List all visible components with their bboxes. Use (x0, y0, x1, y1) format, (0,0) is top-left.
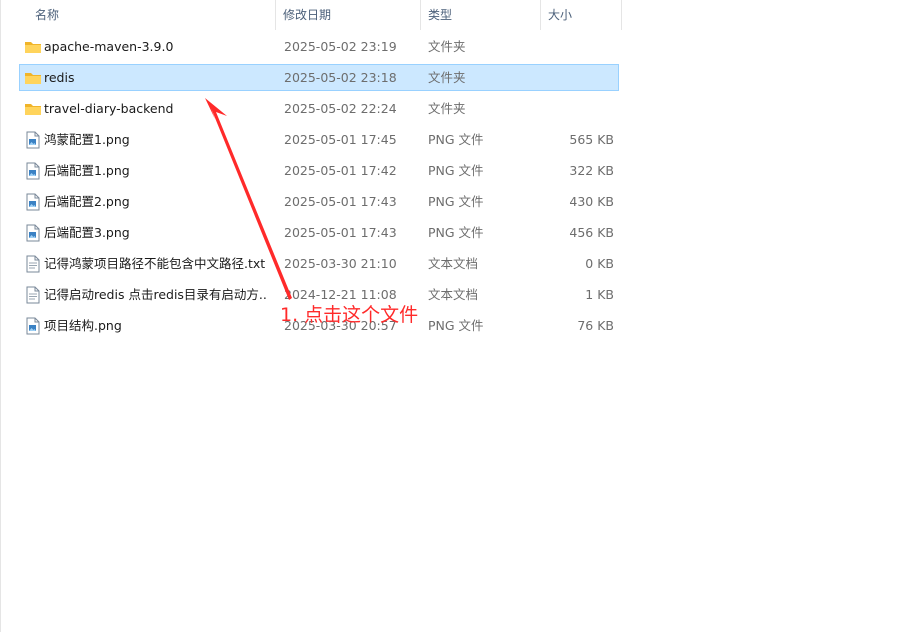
png-file-icon (24, 224, 42, 242)
file-type: 文本文档 (428, 256, 479, 271)
column-header-size[interactable]: 大小 (541, 0, 622, 30)
file-size: 456 KB (569, 225, 614, 240)
file-row[interactable]: 鸿蒙配置1.png 2025-05-01 17:45 PNG 文件 565 KB (19, 126, 619, 153)
file-type: 文本文档 (428, 287, 479, 302)
file-list: apache-maven-3.9.0 2025-05-02 23:19 文件夹 red… (19, 33, 619, 343)
file-modified-date: 2025-03-30 21:10 (284, 256, 397, 271)
folder-icon (24, 100, 42, 118)
sort-ascending-icon: ^ (175, 0, 183, 5)
file-row[interactable]: apache-maven-3.9.0 2025-05-02 23:19 文件夹 (19, 33, 619, 60)
file-type: PNG 文件 (428, 225, 484, 240)
folder-icon (24, 69, 42, 87)
column-header-type-label: 类型 (428, 8, 453, 22)
file-row[interactable]: 记得鸿蒙项目路径不能包含中文路径.txt 2025-03-30 21:10 文本文档… (19, 250, 619, 277)
file-name: 后端配置3.png (44, 225, 130, 240)
file-size: 1 KB (585, 287, 614, 302)
file-type: PNG 文件 (428, 194, 484, 209)
file-row[interactable]: redis 2025-05-02 23:18 文件夹 (19, 64, 619, 91)
file-name: 记得鸿蒙项目路径不能包含中文路径.txt (44, 256, 266, 271)
annotation-label: 1. 点击这个文件 (280, 304, 419, 326)
text-file-icon (24, 255, 42, 273)
column-header-type[interactable]: 类型 (421, 0, 541, 30)
file-size: 565 KB (569, 132, 614, 147)
file-type: PNG 文件 (428, 132, 484, 147)
file-type: PNG 文件 (428, 163, 484, 178)
file-modified-date: 2025-05-01 17:43 (284, 194, 397, 209)
file-modified-date: 2025-05-02 22:24 (284, 101, 397, 116)
file-row[interactable]: 后端配置3.png 2025-05-01 17:43 PNG 文件 456 KB (19, 219, 619, 246)
file-type: PNG 文件 (428, 318, 484, 333)
file-name: 项目结构.png (44, 318, 122, 333)
file-name: 后端配置2.png (44, 194, 130, 209)
png-file-icon (24, 131, 42, 149)
file-name: travel-diary-backend (44, 101, 174, 116)
column-header-bar: 名称 ^ 修改日期 类型 大小 (1, 0, 920, 30)
file-size: 0 KB (585, 256, 614, 271)
png-file-icon (24, 162, 42, 180)
column-header-name-label: 名称 (35, 8, 60, 22)
column-header-size-label: 大小 (548, 8, 573, 22)
file-name: redis (44, 70, 75, 85)
file-modified-date: 2025-05-02 23:18 (284, 70, 397, 85)
file-row[interactable]: 后端配置2.png 2025-05-01 17:43 PNG 文件 430 KB (19, 188, 619, 215)
file-modified-date: 2025-05-02 23:19 (284, 39, 397, 54)
file-modified-date: 2025-05-01 17:42 (284, 163, 397, 178)
column-header-date[interactable]: 修改日期 (276, 0, 421, 30)
file-modified-date: 2025-05-01 17:45 (284, 132, 397, 147)
file-size: 430 KB (569, 194, 614, 209)
file-name: 后端配置1.png (44, 163, 130, 178)
column-header-name[interactable]: 名称 ^ (28, 0, 276, 30)
column-header-date-label: 修改日期 (283, 8, 332, 22)
text-file-icon (24, 286, 42, 304)
file-row[interactable]: 后端配置1.png 2025-05-01 17:42 PNG 文件 322 KB (19, 157, 619, 184)
png-file-icon (24, 317, 42, 335)
file-name: 鸿蒙配置1.png (44, 132, 130, 147)
file-type: 文件夹 (428, 101, 466, 116)
file-name: apache-maven-3.9.0 (44, 39, 174, 54)
file-name: 记得启动redis 点击redis目录有启动方... (44, 287, 266, 302)
file-type: 文件夹 (428, 70, 466, 85)
folder-icon (24, 38, 42, 56)
file-size: 76 KB (577, 318, 614, 333)
file-row[interactable]: travel-diary-backend 2025-05-02 22:24 文件夹 (19, 95, 619, 122)
file-modified-date: 2025-05-01 17:43 (284, 225, 397, 240)
file-type: 文件夹 (428, 39, 466, 54)
file-explorer-window: 名称 ^ 修改日期 类型 大小 apache-maven-3.9.0 2025-0… (0, 0, 920, 632)
file-size: 322 KB (569, 163, 614, 178)
png-file-icon (24, 193, 42, 211)
